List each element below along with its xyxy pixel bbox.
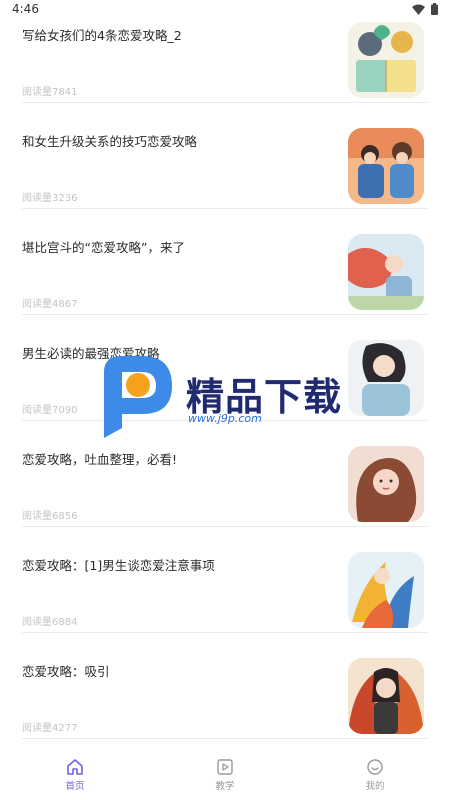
article-title: 堪比宫斗的“恋爱攻略”，来了: [22, 240, 185, 255]
article-title: 恋爱攻略，吐血整理，必看!: [22, 452, 178, 467]
article-item[interactable]: 恋爱攻略：[1]男生谈恋爱注意事项 阅读量6884: [0, 550, 450, 656]
bottom-nav: 首页 教学 我的: [0, 748, 450, 800]
article-thumbnail: [348, 446, 424, 522]
article-title: 写给女孩们的4条恋爱攻略_2: [22, 28, 182, 43]
status-bar: 4:46: [0, 0, 450, 20]
divider: [22, 738, 428, 739]
article-title: 恋爱攻略：吸引: [22, 664, 110, 679]
article-list: 写给女孩们的4条恋爱攻略_2 阅读量7841 和女生升级关系的技巧恋爱攻略 阅读…: [0, 20, 450, 762]
article-item[interactable]: 恋爱攻略：吸引 阅读量4277: [0, 656, 450, 762]
article-views: 阅读量3236: [22, 193, 78, 204]
article-thumbnail: [348, 234, 424, 310]
battery-icon: [431, 3, 438, 15]
article-thumbnail: [348, 340, 424, 416]
article-thumbnail: [348, 552, 424, 628]
status-icons: [412, 3, 438, 15]
nav-teaching-label: 教学: [215, 781, 235, 792]
divider: [22, 208, 428, 209]
article-thumbnail: [348, 22, 424, 98]
nav-mine[interactable]: 我的: [300, 748, 450, 800]
article-title: 恋爱攻略：[1]男生谈恋爱注意事项: [22, 558, 215, 573]
article-title: 男生必读的最强恋爱攻略: [22, 346, 160, 361]
article-views: 阅读量4867: [22, 299, 78, 310]
article-thumbnail: [348, 128, 424, 204]
article-views: 阅读量6856: [22, 511, 78, 522]
article-views: 阅读量7090: [22, 405, 78, 416]
wifi-icon: [412, 4, 425, 15]
nav-mine-label: 我的: [365, 781, 385, 792]
article-item[interactable]: 写给女孩们的4条恋爱攻略_2 阅读量7841: [0, 20, 450, 126]
home-icon: [67, 759, 83, 775]
smile-icon: [367, 759, 383, 775]
video-icon: [217, 759, 233, 775]
divider: [22, 632, 428, 633]
article-views: 阅读量7841: [22, 87, 78, 98]
article-item[interactable]: 和女生升级关系的技巧恋爱攻略 阅读量3236: [0, 126, 450, 232]
article-item[interactable]: 恋爱攻略，吐血整理，必看! 阅读量6856: [0, 444, 450, 550]
divider: [22, 526, 428, 527]
article-views: 阅读量6884: [22, 617, 78, 628]
divider: [22, 102, 428, 103]
divider: [22, 314, 428, 315]
status-time: 4:46: [12, 2, 39, 16]
nav-home-label: 首页: [65, 781, 85, 792]
article-item[interactable]: 男生必读的最强恋爱攻略 阅读量7090: [0, 338, 450, 444]
nav-home[interactable]: 首页: [0, 748, 150, 800]
article-item[interactable]: 堪比宫斗的“恋爱攻略”，来了 阅读量4867: [0, 232, 450, 338]
article-title: 和女生升级关系的技巧恋爱攻略: [22, 134, 198, 149]
article-thumbnail: [348, 658, 424, 734]
divider: [22, 420, 428, 421]
article-views: 阅读量4277: [22, 723, 78, 734]
nav-teaching[interactable]: 教学: [150, 748, 300, 800]
